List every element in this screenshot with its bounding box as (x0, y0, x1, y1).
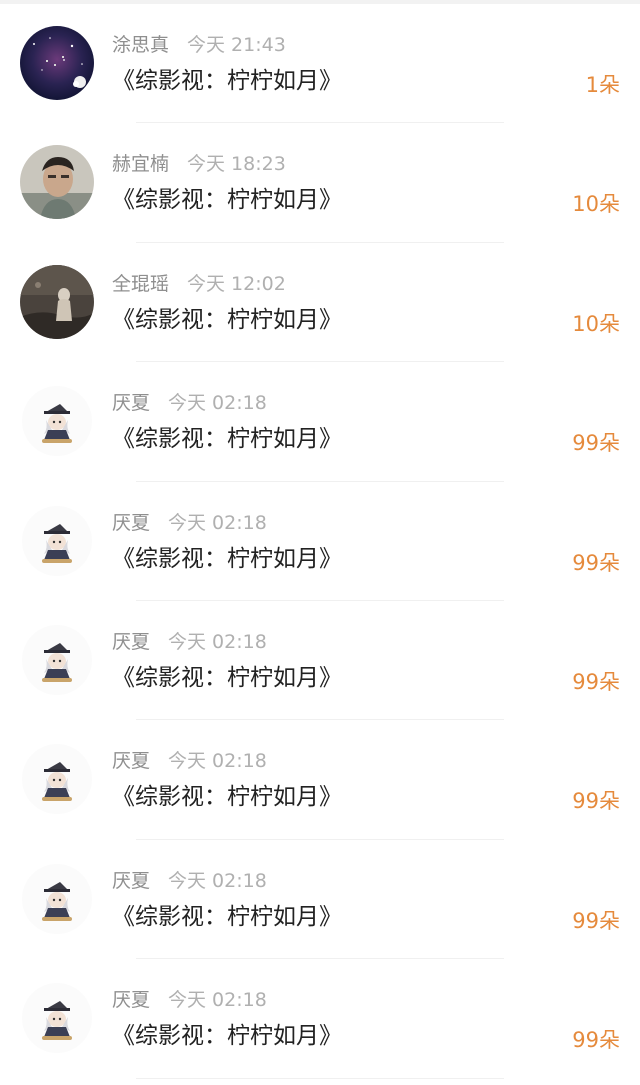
username[interactable]: 厌夏 (112, 631, 150, 653)
book-title: 《综影视：柠柠如月》 (112, 664, 342, 691)
anime-character-avatar[interactable] (20, 503, 94, 578)
anime-character-avatar[interactable] (20, 384, 94, 459)
flower-count: 99朵 (572, 1028, 620, 1053)
anime-character-avatar[interactable] (20, 981, 94, 1056)
list-item[interactable]: 厌夏 今天 02:18 《综影视：柠柠如月》 99朵 (0, 840, 640, 960)
book-title: 《综影视：柠柠如月》 (112, 784, 342, 811)
flower-count: 10朵 (572, 311, 620, 336)
timestamp: 今天 02:18 (168, 511, 267, 534)
book-title: 《综影视：柠柠如月》 (112, 903, 342, 930)
anime-character-avatar[interactable] (20, 622, 94, 697)
timestamp: 今天 02:18 (168, 630, 267, 653)
flower-count: 99朵 (572, 908, 620, 933)
username[interactable]: 厌夏 (112, 512, 150, 534)
book-title: 《综影视：柠柠如月》 (112, 1023, 342, 1050)
flower-count: 99朵 (572, 669, 620, 694)
selfie-avatar[interactable] (20, 145, 94, 220)
username[interactable]: 厌夏 (112, 392, 150, 414)
flower-count: 99朵 (572, 550, 620, 575)
starry-night-avatar[interactable] (20, 26, 94, 100)
anime-character-avatar[interactable] (20, 742, 94, 817)
timestamp: 今天 02:18 (168, 869, 267, 892)
username[interactable]: 全琨瑶 (112, 273, 169, 295)
list-item[interactable]: 赫宜楠 今天 18:23 《综影视：柠柠如月》 10朵 (0, 123, 640, 244)
book-title: 《综影视：柠柠如月》 (112, 68, 342, 94)
username[interactable]: 厌夏 (112, 750, 150, 772)
list-item[interactable]: 全琨瑶 今天 12:02 《综影视：柠柠如月》 10朵 (0, 243, 640, 363)
book-title: 《综影视：柠柠如月》 (112, 187, 342, 214)
flower-count: 10朵 (572, 192, 620, 217)
username[interactable]: 厌夏 (112, 870, 150, 892)
list-item[interactable]: 厌夏 今天 02:18 《综影视：柠柠如月》 99朵 (0, 959, 640, 1079)
timestamp: 今天 12:02 (187, 272, 286, 295)
list-item[interactable]: 厌夏 今天 02:18 《综影视：柠柠如月》 99朵 (0, 362, 640, 482)
timestamp: 今天 21:43 (187, 34, 286, 56)
list-item[interactable]: 涂思真 今天 21:43 《综影视：柠柠如月》 1朵 (0, 4, 640, 124)
list-item[interactable]: 厌夏 今天 02:18 《综影视：柠柠如月》 99朵 (0, 482, 640, 602)
timestamp: 今天 02:18 (168, 392, 267, 415)
book-title: 《综影视：柠柠如月》 (112, 426, 342, 453)
timestamp: 今天 02:18 (168, 989, 267, 1012)
book-title: 《综影视：柠柠如月》 (112, 545, 342, 572)
username[interactable]: 厌夏 (112, 989, 150, 1011)
username[interactable]: 涂思真 (112, 34, 169, 56)
list-item[interactable]: 厌夏 今天 02:18 《综影视：柠柠如月》 99朵 (0, 720, 640, 841)
flower-count: 99朵 (572, 789, 620, 814)
timestamp: 今天 18:23 (187, 153, 286, 176)
anime-character-avatar[interactable] (20, 861, 94, 936)
flower-count: 99朵 (572, 431, 620, 456)
flower-count: 1朵 (585, 73, 620, 97)
list-item[interactable]: 厌夏 今天 02:18 《综影视：柠柠如月》 99朵 (0, 601, 640, 721)
username[interactable]: 赫宜楠 (112, 153, 169, 175)
gift-record-list: 涂思真 今天 21:43 《综影视：柠柠如月》 1朵 赫宜楠 今天 18:23 《综… (0, 4, 640, 1079)
timestamp: 今天 02:18 (168, 750, 267, 773)
dark-photo-avatar[interactable] (20, 264, 94, 339)
book-title: 《综影视：柠柠如月》 (112, 306, 342, 333)
